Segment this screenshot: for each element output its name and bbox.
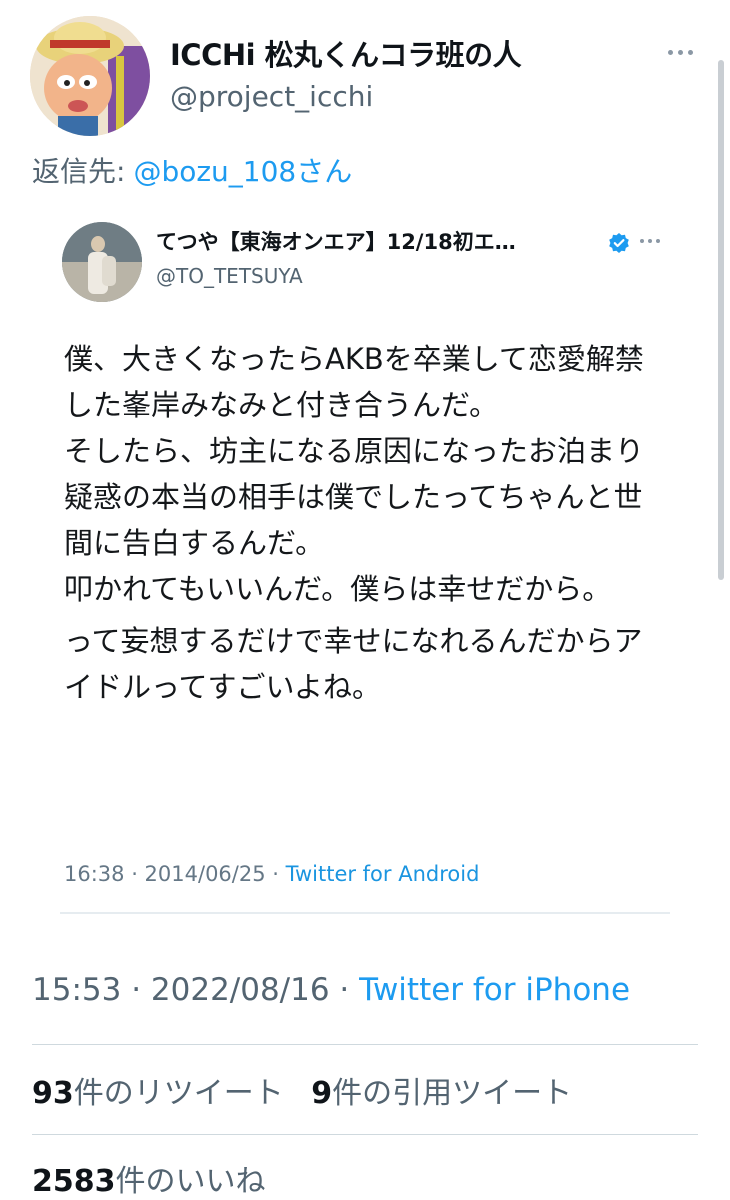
likes-count: 2583 xyxy=(32,1164,116,1199)
quoted-tweet[interactable]: てつや【東海オンエア】12/18初エ… @TO_TETSUYA 僕、大きくなった… xyxy=(60,212,670,916)
scrollbar[interactable] xyxy=(718,60,724,580)
quoted-more-dots-icon[interactable] xyxy=(635,234,665,248)
quotes-label: 件の引用ツイート xyxy=(332,1076,573,1111)
tweet-timestamp[interactable]: 15:53 · 2022/08/16 · xyxy=(32,972,359,1008)
retweets-count: 93 xyxy=(32,1076,74,1111)
quoted-paragraph: って妄想するだけで幸せになれるんだからアイドルってすごいよね。 xyxy=(64,624,643,704)
author-avatar[interactable] xyxy=(30,16,150,136)
author-handle[interactable]: @project_icchi xyxy=(170,80,373,113)
quoted-tweet-meta: 16:38 · 2014/06/25 · Twitter for Android xyxy=(64,862,479,886)
retweets-stat[interactable]: 93件のリツイート xyxy=(32,1076,284,1111)
author-display-name[interactable]: ICCHi 松丸くんコラ班の人 xyxy=(170,32,522,74)
quoted-client-link[interactable]: Twitter for Android xyxy=(286,862,480,886)
more-dots-icon[interactable] xyxy=(660,40,700,64)
quoted-author-avatar[interactable] xyxy=(62,222,142,302)
quoted-author-handle[interactable]: @TO_TETSUYA xyxy=(156,264,303,288)
retweets-label: 件のリツイート xyxy=(73,1076,284,1111)
quoted-timestamp[interactable]: 16:38 · 2014/06/25 · xyxy=(64,862,286,886)
quoted-author-display-name[interactable]: てつや【東海オンエア】12/18初エ… xyxy=(156,226,606,256)
reply-to-line: 返信先: @bozu_108さん xyxy=(32,150,352,190)
quoted-paragraph: 僕、大きくなったらAKBを卒業して恋愛解禁した峯岸みなみと付き合うんだ。 そしたら… xyxy=(64,342,645,606)
likes-stat[interactable]: 2583件のいいね xyxy=(32,1164,266,1199)
likes-label: 件のいいね xyxy=(115,1164,266,1199)
likes-stats: 2583件のいいね xyxy=(32,1156,266,1200)
divider xyxy=(60,912,670,914)
client-link[interactable]: Twitter for iPhone xyxy=(359,972,630,1008)
divider xyxy=(32,1134,698,1135)
quoted-tweet-text: 僕、大きくなったらAKBを卒業して恋愛解禁した峯岸みなみと付き合うんだ。 そしたら… xyxy=(64,336,670,716)
tweet-meta: 15:53 · 2022/08/16 · Twitter for iPhone xyxy=(32,972,630,1008)
reply-to-label: 返信先: xyxy=(32,155,126,188)
quotes-count: 9 xyxy=(311,1076,333,1111)
quotes-stat[interactable]: 9件の引用ツイート xyxy=(311,1076,572,1111)
verified-badge-icon xyxy=(608,232,630,254)
divider xyxy=(32,1044,698,1045)
engagement-stats: 93件のリツイート 9件の引用ツイート xyxy=(32,1068,572,1112)
reply-to-mention-link[interactable]: @bozu_108さん xyxy=(133,155,352,188)
